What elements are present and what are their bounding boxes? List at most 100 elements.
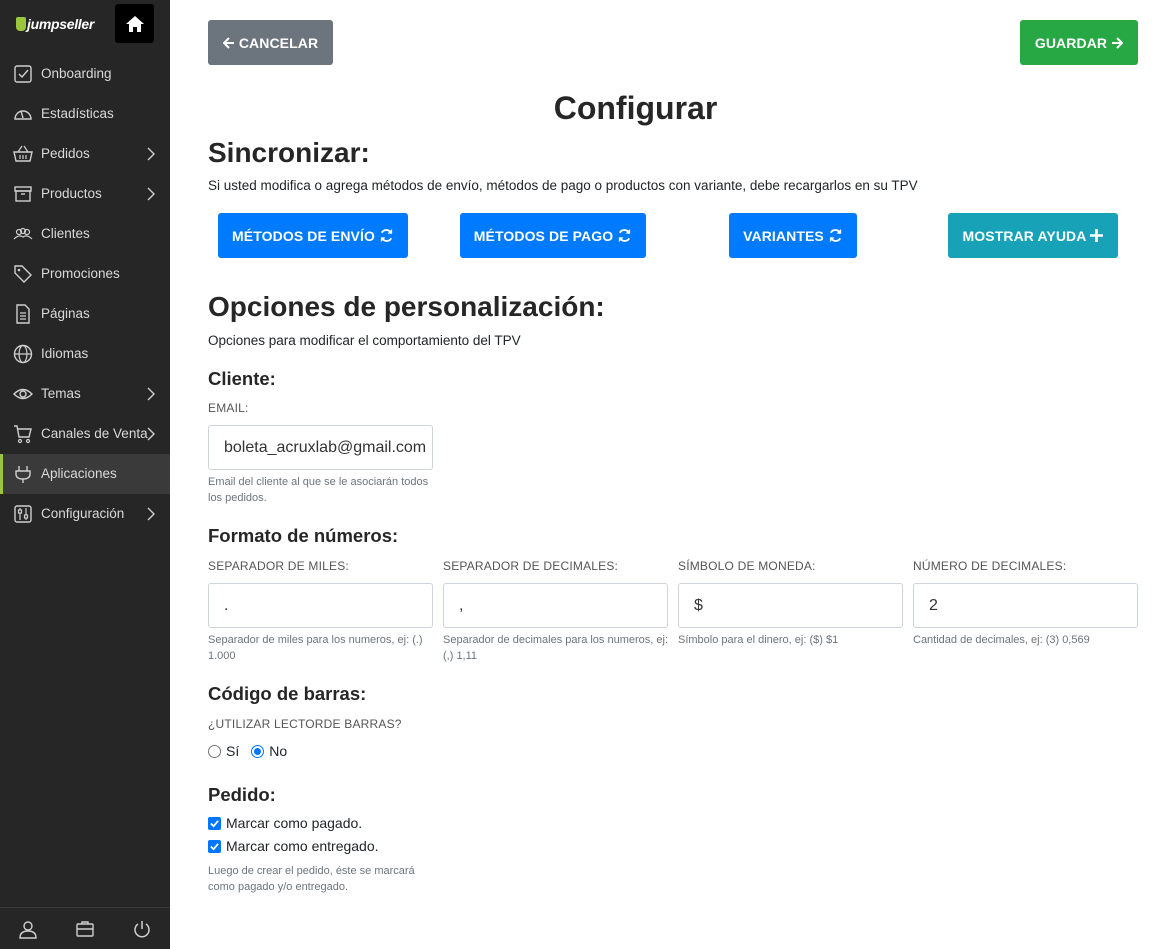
mark-paid-label: Marcar como pagado. [226, 815, 363, 831]
sidebar-item-productos[interactable]: Productos [0, 174, 170, 214]
sidebar-item-temas[interactable]: Temas [0, 374, 170, 414]
client-heading: Cliente: [208, 368, 276, 389]
sidebar: jumpseller Onboarding Estadísticas Pedid… [0, 0, 170, 949]
order-heading: Pedido: [208, 784, 276, 805]
plug-icon [15, 466, 31, 483]
sidebar-item-label: Canales de Venta [41, 426, 148, 441]
email-label: EMAIL: [208, 401, 249, 415]
chevron-right-icon [147, 427, 155, 441]
power-icon[interactable] [132, 919, 152, 939]
mark-paid-option: Marcar como pagado. [208, 815, 362, 831]
barcode-no-radio[interactable] [251, 744, 265, 758]
sync-variants-button[interactable]: VARIANTES [729, 213, 857, 258]
chevron-right-icon [147, 187, 155, 201]
sidebar-item-aplicaciones[interactable]: Aplicaciones [0, 454, 170, 494]
sidebar-item-label: Promociones [41, 266, 120, 281]
sidebar-item-label: Productos [41, 186, 102, 201]
chevron-right-icon [147, 387, 155, 401]
checkbox-icon [14, 65, 32, 83]
box-icon [14, 186, 32, 202]
arrow-left-icon [222, 36, 234, 49]
options-description: Opciones para modificar el comportamient… [208, 333, 521, 348]
gauge-icon [14, 110, 32, 120]
sidebar-item-pedidos[interactable]: Pedidos [0, 134, 170, 174]
sync-shipping-methods-button[interactable]: MÉTODOS DE ENVÍO [218, 213, 408, 258]
sidebar-item-paginas[interactable]: Páginas [0, 294, 170, 334]
sync-description: Si usted modifica o agrega métodos de en… [208, 178, 918, 193]
barcode-no-label: No [269, 743, 288, 759]
cart-icon [14, 425, 32, 444]
sidebar-item-onboarding[interactable]: Onboarding [0, 54, 170, 94]
email-help-text: Email del cliente al que se le asociarán… [208, 476, 429, 504]
sidebar-item-label: Idiomas [41, 346, 89, 361]
users-icon [13, 227, 33, 240]
chevron-right-icon [147, 147, 155, 161]
thousands-separator-label: SEPARADOR DE MILES: [208, 559, 349, 573]
page-title: Configurar [553, 90, 718, 126]
checkmark-icon [210, 819, 219, 828]
sidebar-item-label: Temas [41, 386, 81, 401]
sidebar-item-promociones[interactable]: Promociones [0, 254, 170, 294]
decimal-separator-label: SEPARADOR DE DECIMALES: [443, 559, 619, 573]
save-button[interactable]: GUARDAR [1020, 20, 1138, 65]
sidebar-item-label: Configuración [41, 506, 125, 521]
mark-delivered-option: Marcar como entregado. [208, 838, 379, 854]
briefcase-icon[interactable] [75, 919, 95, 939]
plus-icon [1090, 229, 1104, 242]
sync-shipping-label: MÉTODOS DE ENVÍO [232, 227, 375, 244]
sidebar-item-canales-de-venta[interactable]: Canales de Venta [0, 414, 170, 454]
barcode-heading: Código de barras: [208, 683, 367, 704]
eye-icon [13, 388, 33, 400]
sync-payment-methods-button[interactable]: MÉTODOS DE PAGO [460, 213, 646, 258]
checkmark-icon [210, 842, 219, 851]
sidebar-item-idiomas[interactable]: Idiomas [0, 334, 170, 374]
email-field[interactable]: boleta_acruxlab@gmail.com [208, 425, 433, 470]
show-help-label: MOSTRAR AYUDA [962, 227, 1087, 244]
sync-heading: Sincronizar: [208, 137, 370, 168]
sync-payment-label: MÉTODOS DE PAGO [473, 227, 614, 244]
cancel-button[interactable]: CANCELAR [208, 20, 333, 65]
refresh-icon [619, 228, 631, 243]
cancel-button-label: CANCELAR [238, 34, 319, 51]
mark-delivered-label: Marcar como entregado. [226, 838, 379, 854]
number-format-heading: Formato de números: [208, 525, 399, 546]
sidebar-item-label: Estadísticas [41, 106, 114, 121]
refresh-icon [829, 228, 841, 243]
sidebar-header: jumpseller [0, 0, 170, 46]
sidebar-item-clientes[interactable]: Clientes [0, 214, 170, 254]
sidebar-item-label: Onboarding [41, 66, 112, 81]
barcode-yes-radio[interactable] [208, 744, 221, 758]
barcode-radio-group: Sí No [208, 743, 287, 759]
order-help-text: Luego de crear el pedido, éste se marcar… [208, 865, 415, 893]
currency-symbol-help: Símbolo para el dinero, ej: ($) $1 [678, 634, 839, 646]
sidebar-item-estadisticas[interactable]: Estadísticas [0, 94, 170, 134]
mark-delivered-checkbox[interactable] [208, 839, 221, 853]
jumpseller-logo[interactable]: jumpseller [16, 16, 94, 32]
decimal-count-label: NÚMERO DE DECIMALES: [913, 559, 1067, 573]
sliders-icon [14, 505, 32, 523]
decimal-separator-field[interactable]: , [443, 583, 668, 628]
sync-variants-label: VARIANTES [743, 227, 824, 244]
sidebar-nav: Onboarding Estadísticas Pedidos Producto… [0, 54, 170, 534]
refresh-icon [380, 228, 393, 243]
sidebar-item-label: Páginas [41, 306, 90, 321]
sidebar-item-label: Pedidos [41, 146, 90, 161]
sidebar-item-configuracion[interactable]: Configuración [0, 494, 170, 534]
decimal-count-field[interactable]: 2 [913, 583, 1138, 628]
show-help-button[interactable]: MOSTRAR AYUDA [948, 213, 1118, 258]
tags-icon [14, 265, 32, 283]
options-heading: Opciones de personalización: [208, 291, 605, 322]
save-button-label: GUARDAR [1034, 34, 1108, 51]
currency-symbol-field[interactable]: $ [678, 583, 903, 628]
chevron-right-icon [147, 507, 155, 521]
thousands-separator-field[interactable]: . [208, 583, 433, 628]
mark-paid-checkbox[interactable] [208, 816, 221, 830]
barcode-question-label: ¿UTILIZAR LECTORDE BARRAS? [208, 717, 402, 731]
user-icon[interactable] [18, 919, 38, 939]
sidebar-item-label: Aplicaciones [41, 466, 117, 481]
sidebar-footer [0, 907, 170, 949]
home-button[interactable] [115, 4, 154, 43]
basket-icon [13, 145, 33, 162]
globe-icon [13, 344, 33, 364]
currency-symbol-label: SÍMBOLO DE MONEDA: [678, 559, 816, 573]
